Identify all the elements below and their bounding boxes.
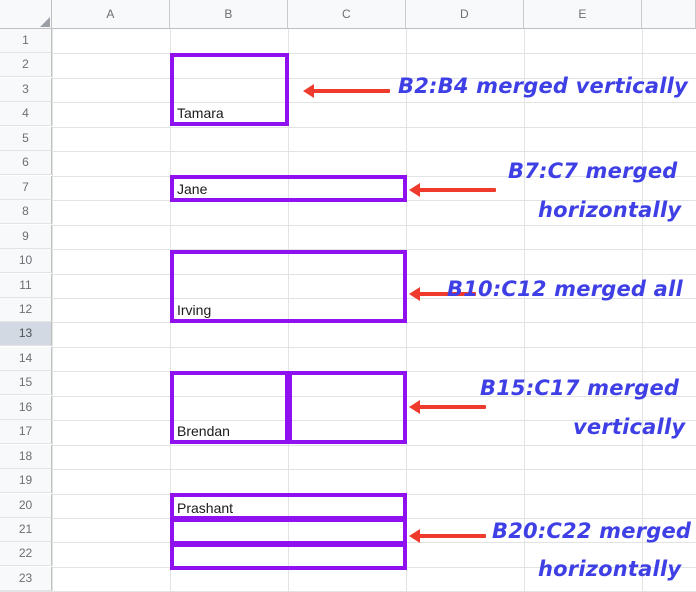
merge-box-b22-c22 — [170, 543, 407, 570]
annotation-b15-c17-line-2: vertically — [573, 415, 686, 439]
merge-box-b20-c20 — [170, 493, 407, 520]
row-header-20[interactable]: 20 — [0, 494, 52, 518]
merge-box-b10-c12 — [170, 250, 407, 323]
annotation-b15-c17-line-1: B15:C17 merged — [480, 376, 680, 400]
row-header-12[interactable]: 12 — [0, 298, 52, 322]
row-header-7[interactable]: 7 — [0, 176, 52, 200]
row-header-13[interactable]: 13 — [0, 322, 52, 346]
annotation-b20-c22-line-2: horizontally — [538, 557, 682, 581]
annotation-b2-b4-line-1: B2:B4 merged vertically — [398, 74, 688, 98]
gridline-horizontal — [0, 102, 696, 103]
gridline-horizontal — [0, 225, 696, 226]
arrow-shaft — [418, 534, 486, 538]
merge-box-b7-c7 — [170, 175, 407, 202]
row-header-1[interactable]: 1 — [0, 29, 52, 53]
select-all-triangle-icon — [40, 17, 50, 27]
row-header-9[interactable]: 9 — [0, 225, 52, 249]
arrow-b15-c17 — [409, 400, 488, 414]
row-header-22[interactable]: 22 — [0, 542, 52, 566]
gridline-horizontal — [0, 469, 696, 470]
row-header-3[interactable]: 3 — [0, 78, 52, 102]
gridline-horizontal — [0, 445, 696, 446]
arrow-b2-b4 — [303, 84, 392, 98]
row-header-8[interactable]: 8 — [0, 200, 52, 224]
arrow-b7-c7 — [409, 183, 498, 197]
arrow-b20-c22 — [409, 529, 488, 543]
annotation-b20-c22-line-1: B20:C22 merged — [492, 519, 692, 543]
gridline-horizontal — [0, 151, 696, 152]
row-header-10[interactable]: 10 — [0, 249, 52, 273]
row-header-19[interactable]: 19 — [0, 469, 52, 493]
merge-box-c15-c17 — [288, 371, 407, 444]
row-header-14[interactable]: 14 — [0, 347, 52, 371]
row-header-21[interactable]: 21 — [0, 518, 52, 542]
gridline-horizontal — [0, 53, 696, 54]
row-header-23[interactable]: 23 — [0, 567, 52, 591]
annotation-b7-c7-line-1: B7:C7 merged — [508, 159, 678, 183]
merge-box-b15-b17 — [170, 371, 289, 444]
gridline-vertical — [642, 29, 643, 592]
arrow-shaft — [312, 89, 390, 93]
column-header-bar: ABCDE — [0, 0, 696, 29]
column-header-blank[interactable] — [642, 0, 696, 28]
column-header-c[interactable]: C — [288, 0, 406, 28]
gridline-horizontal — [0, 127, 696, 128]
row-header-18[interactable]: 18 — [0, 445, 52, 469]
arrow-shaft — [418, 405, 486, 409]
column-header-d[interactable]: D — [406, 0, 524, 28]
merge-box-b2-b4 — [170, 53, 289, 126]
row-header-11[interactable]: 11 — [0, 274, 52, 298]
arrow-shaft — [418, 188, 496, 192]
spreadsheet-canvas: Tamara Jane Irving Brendan Prashant B2:B4 me… — [0, 0, 696, 592]
gridline-vertical — [524, 29, 525, 592]
select-all-corner[interactable] — [0, 0, 52, 29]
row-header-5[interactable]: 5 — [0, 127, 52, 151]
column-header-a[interactable]: A — [52, 0, 170, 28]
row-header-15[interactable]: 15 — [0, 371, 52, 395]
column-header-e[interactable]: E — [524, 0, 642, 28]
annotation-b10-c12-line-1: B10:C12 merged all — [447, 277, 683, 301]
row-header-16[interactable]: 16 — [0, 396, 52, 420]
row-header-17[interactable]: 17 — [0, 420, 52, 444]
merge-box-b21-c21 — [170, 518, 407, 545]
gridline-horizontal — [0, 347, 696, 348]
row-header-4[interactable]: 4 — [0, 102, 52, 126]
column-header-b[interactable]: B — [170, 0, 288, 28]
row-header-2[interactable]: 2 — [0, 53, 52, 77]
gridline-vertical — [52, 29, 53, 592]
row-header-6[interactable]: 6 — [0, 151, 52, 175]
annotation-b7-c7-line-2: horizontally — [538, 198, 682, 222]
